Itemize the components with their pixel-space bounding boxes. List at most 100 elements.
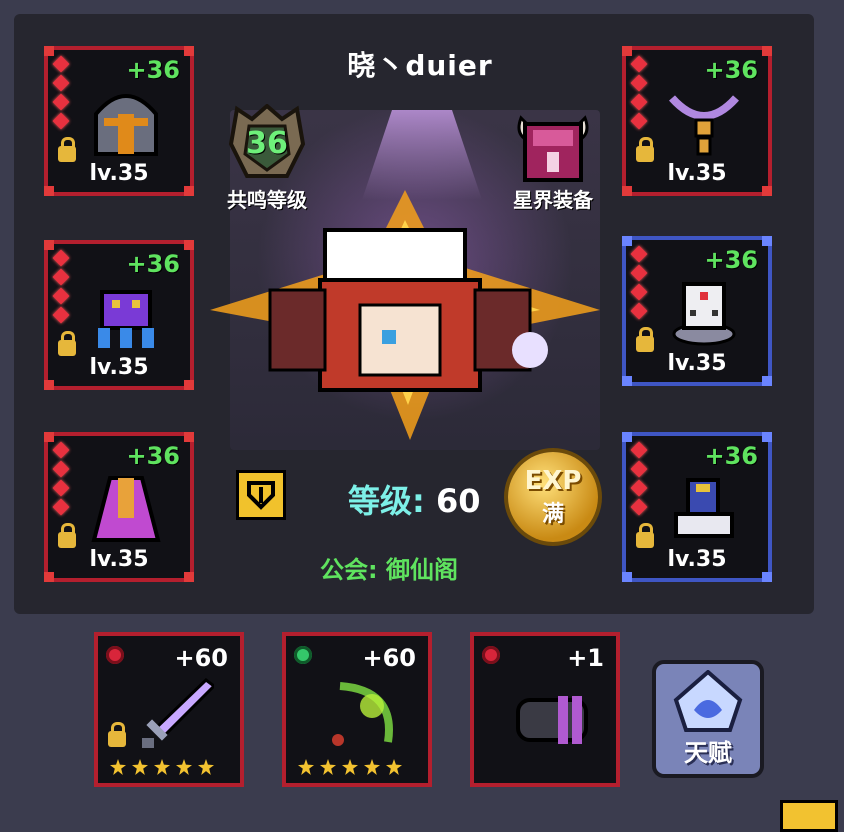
necklace-icon xyxy=(669,95,739,156)
enhance-level: +36 xyxy=(126,250,180,278)
item-level: lv.35 xyxy=(89,355,149,380)
frame-corner xyxy=(622,376,632,386)
item-level: lv.35 xyxy=(667,547,727,572)
frame-corner xyxy=(44,46,54,56)
frame-corner xyxy=(622,46,632,56)
lock-icon xyxy=(58,137,76,162)
frame-corner xyxy=(184,240,194,250)
frame-corner xyxy=(622,432,632,442)
equipment-slot-boots[interactable]: +36 lv.35 xyxy=(622,432,772,582)
character-portrait[interactable] xyxy=(210,190,600,440)
frame-corner xyxy=(44,572,54,582)
item-level: lv.35 xyxy=(89,547,149,572)
enchant-gems xyxy=(630,441,648,520)
frame-corner xyxy=(762,376,772,386)
lock-icon xyxy=(636,137,654,162)
frame-corner xyxy=(184,186,194,196)
guild-name: 御仙阁 xyxy=(385,556,458,584)
star-icon xyxy=(342,759,358,775)
red-gem-icon xyxy=(106,646,124,664)
talent-label: 天赋 xyxy=(684,739,732,767)
enchant-gems xyxy=(52,441,70,520)
star-icon xyxy=(176,759,192,775)
player-level-label: 等级: xyxy=(348,482,436,520)
weapon-slot-gatling[interactable]: +1 xyxy=(470,632,620,787)
enchant-gems xyxy=(52,249,70,328)
exp-label: EXP xyxy=(524,466,582,496)
frame-corner xyxy=(762,432,772,442)
frame-corner xyxy=(762,186,772,196)
red-gem-icon xyxy=(482,646,500,664)
player-name: 晓丶duier xyxy=(347,49,493,82)
star-icon xyxy=(110,759,126,775)
equipment-slot-ring[interactable]: +36 lv.35 xyxy=(622,236,772,386)
star-icon xyxy=(364,759,380,775)
resonance-badge-icon: 36 xyxy=(227,103,307,184)
helmet-icon xyxy=(94,94,158,156)
cape-icon xyxy=(91,476,161,542)
gatling-barrel-icon xyxy=(516,696,588,744)
talent-button[interactable]: 天赋 xyxy=(652,660,764,778)
exp-full-label: 满 xyxy=(541,502,564,527)
player-level-value: 60 xyxy=(435,482,481,520)
frame-corner xyxy=(762,46,772,56)
guild-emblem-icon[interactable] xyxy=(236,470,286,520)
green-gem-icon xyxy=(294,646,312,664)
guild-info[interactable]: 公会: 御仙阁 xyxy=(320,550,458,585)
boots-icon xyxy=(674,478,734,538)
weapon-slot-bow[interactable]: +60 xyxy=(282,632,432,787)
equipment-slot-necklace[interactable]: +36 lv.35 xyxy=(622,46,772,196)
weapon-slot-sword[interactable]: +60 xyxy=(94,632,244,787)
enhance-level: +36 xyxy=(704,56,758,84)
lock-icon xyxy=(58,331,76,356)
enhance-level: +36 xyxy=(704,246,758,274)
star-icon xyxy=(198,759,214,775)
lock-icon xyxy=(636,523,654,548)
enhance-level: +36 xyxy=(126,56,180,84)
frame-corner xyxy=(44,240,54,250)
dice-ring-icon xyxy=(672,282,736,346)
character-equipment-screen: 晓丶duier 36 共鸣等级 星界装备 +36 lv.35 +36 lv.35… xyxy=(0,0,844,832)
astral-equipment-emblem[interactable]: 星界装备 xyxy=(498,104,608,213)
item-level: lv.35 xyxy=(667,161,727,186)
frame-corner xyxy=(184,572,194,582)
lock-icon xyxy=(636,327,654,352)
weapon-enhance-level: +60 xyxy=(174,644,228,672)
resonance-level-label: 共鸣等级 xyxy=(227,188,307,212)
rainbow-sword-icon xyxy=(142,678,214,748)
star-icon xyxy=(320,759,336,775)
frame-corner xyxy=(44,186,54,196)
star-icon xyxy=(132,759,148,775)
star-icon xyxy=(386,759,402,775)
frame-corner xyxy=(622,186,632,196)
equipment-slot-pet[interactable]: +36 lv.35 xyxy=(44,240,194,390)
weapon-enhance-level: +1 xyxy=(567,644,604,672)
equipment-slot-cape[interactable]: +36 lv.35 xyxy=(44,432,194,582)
exp-full-badge[interactable]: EXP 满 xyxy=(508,452,598,542)
resonance-level-emblem[interactable]: 36 共鸣等级 xyxy=(212,103,322,213)
star-icon xyxy=(154,759,170,775)
astral-equipment-label: 星界装备 xyxy=(513,188,593,212)
star-rating xyxy=(110,759,214,775)
frame-corner xyxy=(622,572,632,582)
purple-creature-icon xyxy=(98,290,154,348)
menu-corner-button[interactable] xyxy=(780,800,838,832)
player-level: 等级: 60 xyxy=(348,476,480,522)
frame-corner xyxy=(44,432,54,442)
enchant-gems xyxy=(52,55,70,134)
astral-equipment-icon xyxy=(513,104,593,184)
frame-corner xyxy=(184,46,194,56)
frame-corner xyxy=(44,380,54,390)
green-bow-icon xyxy=(332,682,393,746)
frame-corner xyxy=(184,432,194,442)
lock-icon xyxy=(58,523,76,548)
guild-label: 公会: xyxy=(320,556,386,584)
talent-icon xyxy=(673,669,743,732)
resonance-level-value: 36 xyxy=(246,126,288,161)
equipment-slot-helmet[interactable]: +36 lv.35 xyxy=(44,46,194,196)
frame-corner xyxy=(184,380,194,390)
frame-corner xyxy=(622,236,632,246)
star-rating xyxy=(298,759,402,775)
enchant-gems xyxy=(630,55,648,134)
frame-corner xyxy=(762,236,772,246)
